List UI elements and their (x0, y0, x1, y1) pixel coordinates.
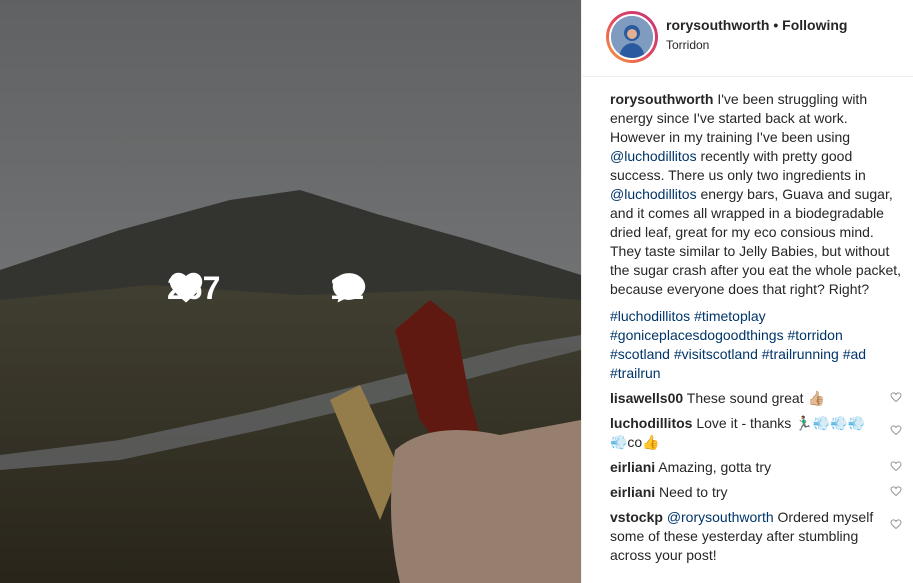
like-comment-heart-icon[interactable] (890, 424, 902, 436)
comment-item: luchodillitos Love it - thanks 🏃🏽‍♂️💨💨💨💨… (610, 414, 902, 452)
like-comment-heart-icon[interactable] (890, 391, 902, 403)
heart-icon (169, 272, 203, 303)
comment-mention[interactable]: @rorysouthworth (667, 509, 774, 525)
comment-item: eirliani Need to try (610, 483, 902, 502)
comment-username[interactable]: lisawells00 (610, 390, 683, 406)
avatar-image (609, 14, 655, 60)
comment-text: These sound great 👍🏼 (683, 390, 825, 406)
comment-bubble-icon (332, 273, 366, 303)
hashtag[interactable]: #torridon (787, 327, 842, 343)
photo-overlay (0, 0, 581, 583)
caption: rorysouthworth I've been struggling with… (610, 90, 902, 299)
comments-stat: 11 (330, 270, 366, 307)
comment-item: lisawells00 These sound great 👍🏼 (610, 389, 902, 408)
hashtag-list: #luchodillitos #timetoplay #goniceplaces… (610, 307, 902, 383)
hashtag[interactable]: #timetoplay (694, 308, 766, 324)
separator-dot: • (773, 17, 779, 33)
caption-mention-2[interactable]: @luchodillitos (610, 186, 697, 202)
comment-username[interactable]: eirliani (610, 484, 655, 500)
hashtag[interactable]: #visitscotland (674, 346, 758, 362)
hashtag[interactable]: #trailrun (610, 365, 661, 381)
like-comment-heart-icon[interactable] (890, 460, 902, 472)
like-comment-heart-icon[interactable] (890, 485, 902, 497)
comment-text: Need to try (655, 484, 728, 500)
post-side-panel: rorysouthworth • Following Torridon rory… (581, 0, 913, 583)
caption-text-3: energy bars, Guava and sugar, and it com… (610, 186, 902, 297)
caption-username[interactable]: rorysouthworth (610, 91, 713, 107)
comment-username[interactable]: luchodillitos (610, 415, 692, 431)
comment-text: Amazing, gotta try (655, 459, 772, 475)
comments-list: rorysouthworth I've been struggling with… (610, 90, 902, 565)
comment-item: vstockp @rorysouthworth Ordered myself s… (610, 508, 902, 565)
hashtag[interactable]: #ad (843, 346, 866, 362)
location-link[interactable]: Torridon (666, 38, 709, 52)
hashtag[interactable]: #trailrunning (762, 346, 839, 362)
following-button[interactable]: Following (782, 17, 847, 33)
post-photo[interactable]: 267 11 (0, 0, 581, 583)
likes-stat: 267 (167, 270, 220, 307)
comment-username[interactable]: vstockp (610, 509, 663, 525)
like-comment-heart-icon[interactable] (890, 518, 902, 530)
avatar[interactable] (606, 11, 658, 63)
hashtag[interactable]: #luchodillitos (610, 308, 690, 324)
header-username[interactable]: rorysouthworth (666, 17, 769, 33)
comment-item: eirliani Amazing, gotta try (610, 458, 902, 477)
hashtag[interactable]: #goniceplacesdogoodthings (610, 327, 784, 343)
caption-mention-1[interactable]: @luchodillitos (610, 148, 697, 164)
hashtag[interactable]: #scotland (610, 346, 670, 362)
comment-username[interactable]: eirliani (610, 459, 655, 475)
post-header: rorysouthworth • Following Torridon (582, 0, 913, 77)
